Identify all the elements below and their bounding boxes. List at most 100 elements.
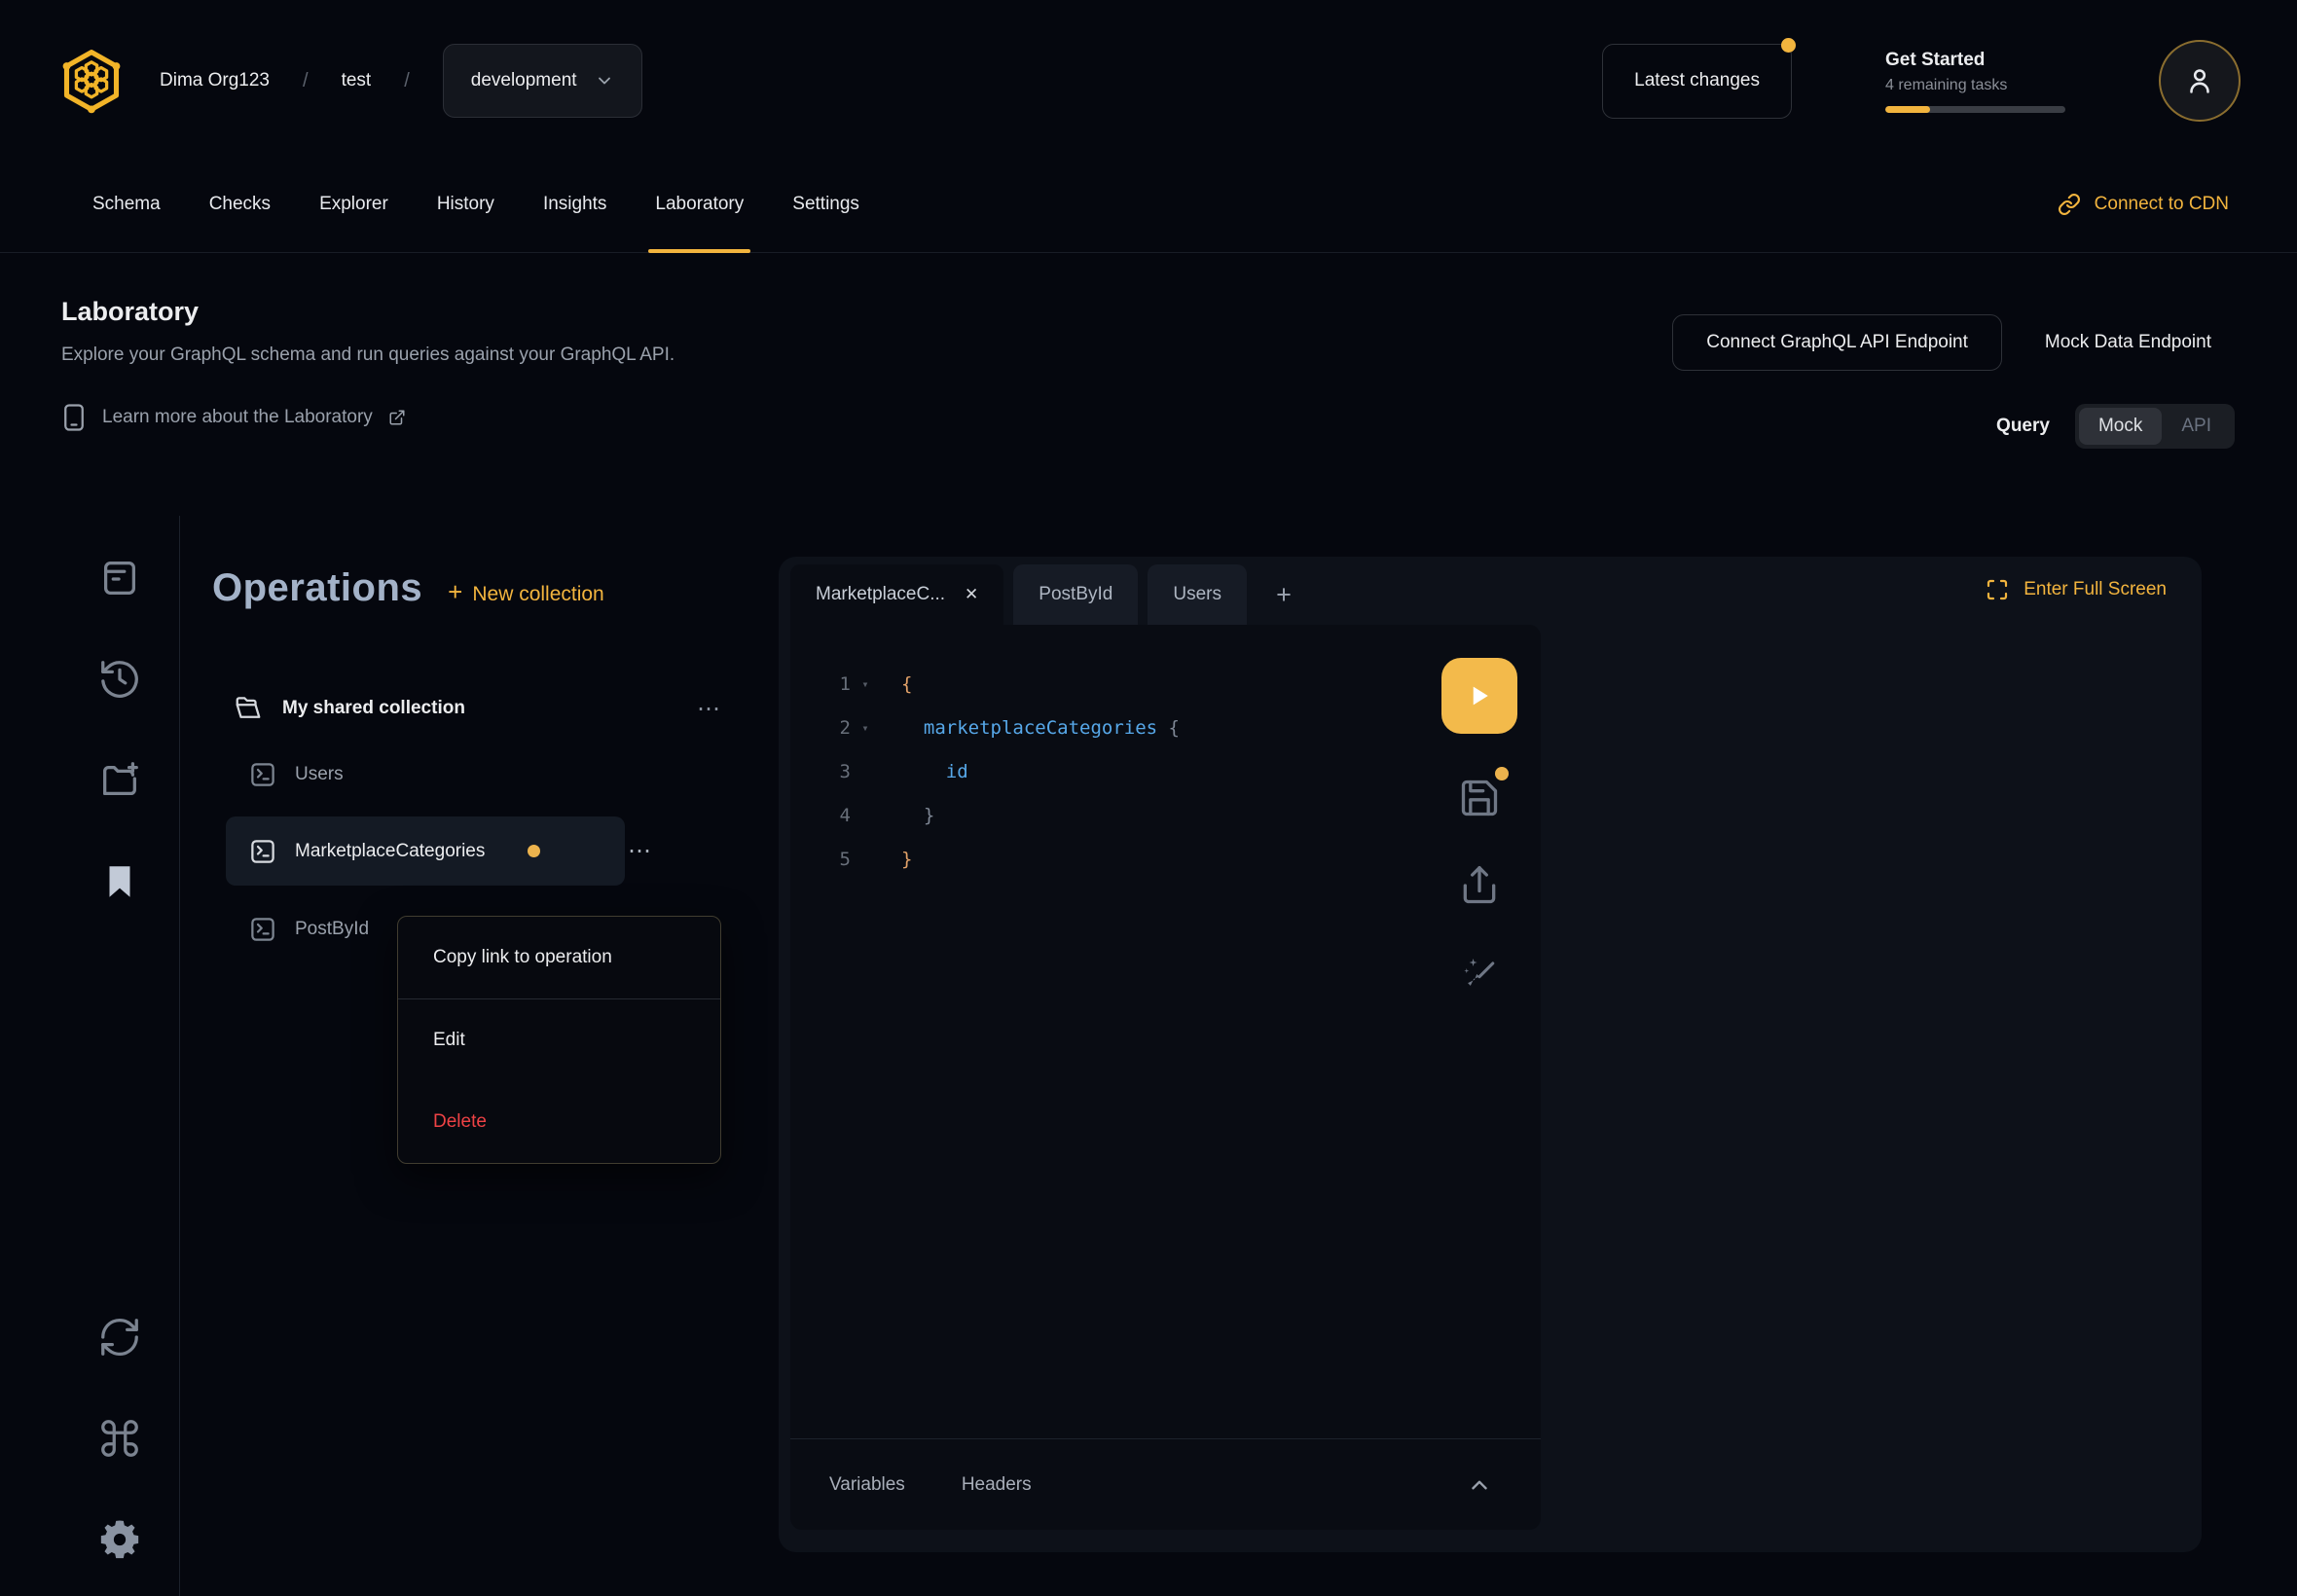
book-icon	[61, 403, 87, 432]
toggle-option-mock[interactable]: Mock	[2079, 408, 2162, 445]
collection-menu-button[interactable]: ⋯	[697, 695, 722, 723]
settings-gear-icon[interactable]	[94, 1514, 145, 1565]
link-icon	[2058, 193, 2081, 216]
variables-tab[interactable]: Variables	[829, 1474, 905, 1496]
fold-arrow-icon[interactable]: ▾	[851, 677, 880, 691]
learn-more-link[interactable]: Learn more about the Laboratory	[61, 403, 2297, 432]
new-collection-button[interactable]: + New collection	[448, 577, 604, 607]
tab-explorer[interactable]: Explorer	[295, 156, 413, 252]
new-collection-folder-icon[interactable]	[94, 755, 145, 806]
code-token: {	[901, 673, 912, 695]
code-line: 1 ▾ {	[790, 662, 1541, 706]
headers-tab[interactable]: Headers	[962, 1474, 1032, 1496]
query-label: Query	[1996, 416, 2050, 437]
fold-arrow-icon[interactable]: ▾	[851, 721, 880, 735]
editor-tab-label: Users	[1173, 584, 1221, 605]
collections-icon[interactable]	[94, 553, 145, 603]
user-icon	[2183, 64, 2216, 97]
code-token: }	[901, 849, 912, 870]
user-avatar[interactable]	[2159, 40, 2241, 122]
collection-row[interactable]: My shared collection ⋯	[234, 686, 761, 731]
main-nav: Schema Checks Explorer History Insights …	[0, 156, 2297, 253]
save-operation-button[interactable]	[1456, 775, 1503, 821]
code-token	[901, 761, 946, 782]
operation-menu-button[interactable]: ⋯	[628, 816, 653, 886]
laboratory-editor-panel: MarketplaceC... ✕ PostById Users + Enter…	[779, 557, 2202, 1552]
latest-changes-button[interactable]: Latest changes	[1602, 44, 1792, 119]
refresh-icon[interactable]	[94, 1312, 145, 1362]
mock-data-endpoint-button[interactable]: Mock Data Endpoint	[2045, 332, 2211, 353]
menu-item-edit[interactable]: Edit	[398, 999, 720, 1081]
code-token	[901, 717, 924, 739]
get-started-widget[interactable]: Get Started 4 remaining tasks	[1885, 50, 2065, 113]
share-operation-button[interactable]	[1456, 862, 1503, 909]
line-number: 4	[790, 805, 851, 826]
tab-laboratory[interactable]: Laboratory	[631, 156, 768, 252]
code-line: 2 ▾ marketplaceCategories {	[790, 706, 1541, 749]
prettify-button[interactable]	[1456, 950, 1503, 997]
close-tab-icon[interactable]: ✕	[965, 585, 978, 604]
breadcrumb-project[interactable]: test	[342, 70, 372, 91]
plus-icon: +	[448, 577, 462, 607]
operations-heading: Operations	[212, 566, 422, 610]
enter-fullscreen-button[interactable]: Enter Full Screen	[1986, 578, 2167, 601]
breadcrumb-org[interactable]: Dima Org123	[160, 70, 270, 91]
menu-item-copy-link[interactable]: Copy link to operation	[398, 917, 720, 998]
tab-schema[interactable]: Schema	[68, 156, 185, 252]
history-icon[interactable]	[94, 654, 145, 705]
editor-tab-marketplacecategories[interactable]: MarketplaceC... ✕	[790, 564, 1003, 625]
query-mode-toggle: Mock API	[2075, 404, 2235, 449]
query-editor[interactable]: 1 ▾ { 2 ▾ marketplaceCategories { 3 id 4	[790, 625, 1541, 1530]
line-number: 3	[790, 761, 851, 782]
latest-changes-label: Latest changes	[1634, 70, 1760, 91]
get-started-progressbar	[1885, 106, 2065, 113]
code-area[interactable]: 1 ▾ { 2 ▾ marketplaceCategories { 3 id 4	[790, 625, 1541, 1438]
editor-tab-postbyid[interactable]: PostById	[1013, 564, 1138, 625]
connect-graphql-endpoint-button[interactable]: Connect GraphQL API Endpoint	[1672, 314, 2002, 371]
operation-name: Users	[295, 764, 344, 785]
operations-sidebar: Operations + New collection My shared co…	[180, 516, 779, 952]
top-bar: Dima Org123 / test / development Latest …	[0, 8, 2297, 154]
operation-item-marketplacecategories[interactable]: MarketplaceCategories	[226, 816, 625, 886]
operation-item-users[interactable]: Users	[248, 752, 779, 797]
bookmark-icon[interactable]	[94, 856, 145, 907]
run-query-button[interactable]	[1441, 658, 1517, 734]
toggle-option-api[interactable]: API	[2162, 408, 2231, 445]
tab-history[interactable]: History	[413, 156, 519, 252]
collapse-chevron-icon[interactable]	[1467, 1472, 1492, 1498]
connect-to-cdn-link[interactable]: Connect to CDN	[2058, 156, 2229, 252]
editor-tabstrip: MarketplaceC... ✕ PostById Users + Enter…	[779, 557, 2202, 625]
tab-settings[interactable]: Settings	[768, 156, 884, 252]
external-link-icon	[388, 409, 406, 426]
chevron-down-icon	[595, 71, 614, 91]
line-number: 1	[790, 673, 851, 695]
editor-tab-users[interactable]: Users	[1148, 564, 1247, 625]
code-line: 4 }	[790, 793, 1541, 837]
target-selector-value: development	[471, 70, 577, 91]
line-number: 2	[790, 717, 851, 739]
operation-icon	[248, 837, 277, 866]
unsaved-changes-dot	[528, 845, 540, 857]
tab-checks[interactable]: Checks	[185, 156, 295, 252]
target-selector[interactable]: development	[443, 44, 642, 118]
operation-name: PostById	[295, 919, 369, 940]
command-shortcuts-icon[interactable]	[94, 1413, 145, 1464]
hive-logo-icon[interactable]	[56, 46, 127, 116]
code-token: id	[946, 761, 968, 782]
operation-name: MarketplaceCategories	[295, 841, 485, 862]
editor-tab-label: PostById	[1039, 584, 1112, 605]
add-tab-button[interactable]: +	[1257, 564, 1311, 625]
get-started-title: Get Started	[1885, 50, 2065, 71]
tab-insights[interactable]: Insights	[519, 156, 631, 252]
operation-item-marketplacecategories-row: MarketplaceCategories ⋯	[180, 816, 779, 886]
editor-bottom-bar: Variables Headers	[790, 1438, 1541, 1530]
code-token: }	[901, 805, 934, 826]
query-mode-row: Query Mock API	[1996, 404, 2235, 449]
breadcrumb-separator: /	[303, 70, 309, 92]
menu-item-delete[interactable]: Delete	[398, 1081, 720, 1163]
response-pane	[1541, 625, 2202, 1530]
collection-name: My shared collection	[282, 698, 677, 719]
code-line: 5 }	[790, 837, 1541, 881]
editor-toolbar	[1441, 658, 1517, 997]
folder-open-icon	[234, 694, 263, 723]
